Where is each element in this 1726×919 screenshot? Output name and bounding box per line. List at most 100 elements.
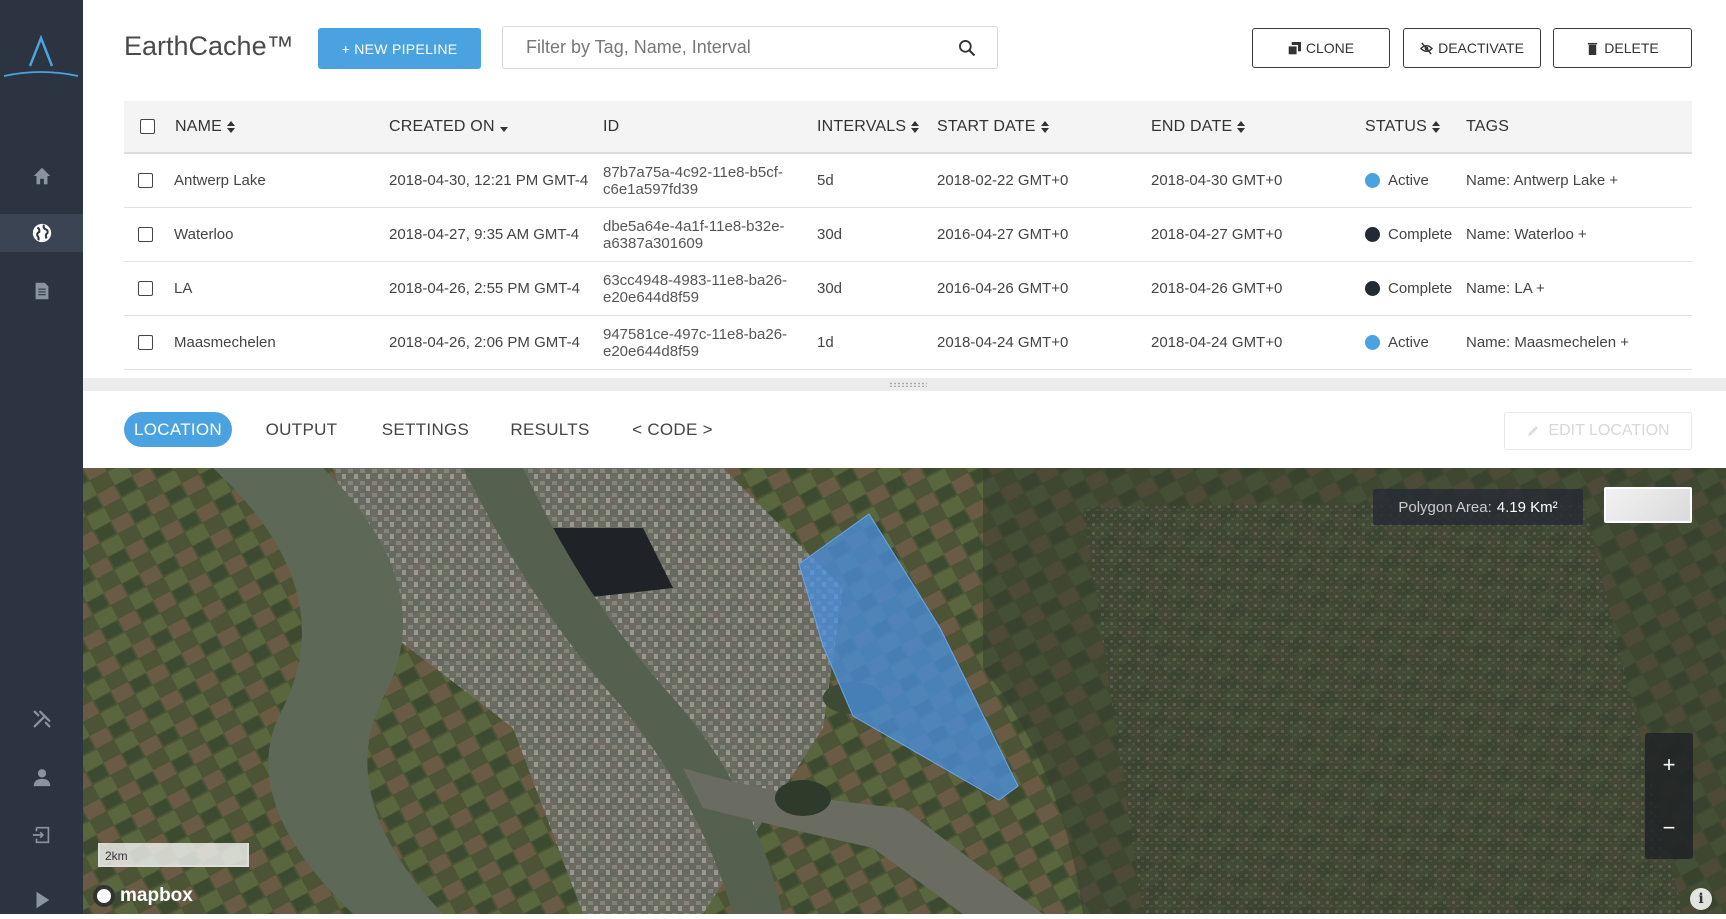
mapbox-attribution[interactable]: mapbox bbox=[93, 885, 193, 907]
row-end-date: 2018-04-30 GMT+0 bbox=[1151, 172, 1283, 189]
edit-location-button[interactable]: EDIT LOCATION bbox=[1504, 412, 1692, 450]
zoom-controls: + − bbox=[1645, 733, 1693, 859]
zoom-out-button[interactable]: − bbox=[1645, 796, 1693, 859]
panel-resize-handle[interactable] bbox=[83, 378, 1726, 391]
zoom-in-button[interactable]: + bbox=[1645, 733, 1693, 796]
row-checkbox[interactable] bbox=[138, 227, 153, 242]
row-tags[interactable]: Name: Waterloo + bbox=[1466, 208, 1587, 261]
delete-label: DELETE bbox=[1604, 40, 1659, 56]
row-id: dbe5a64e-4a1f-11e8-b32e-a6387a301609 bbox=[603, 217, 785, 252]
row-created-on: 2018-04-30, 12:21 PM GMT-4 bbox=[389, 172, 589, 189]
row-checkbox[interactable] bbox=[138, 173, 153, 188]
info-icon[interactable]: i bbox=[1690, 888, 1712, 910]
table-row[interactable]: Maasmechelen 2018-04-26, 2:06 PM GMT-4 9… bbox=[124, 316, 1692, 370]
table-row[interactable]: Antwerp Lake 2018-04-30, 12:21 PM GMT-4 … bbox=[124, 154, 1692, 208]
table-row[interactable]: Waterloo 2018-04-27, 9:35 AM GMT-4 dbe5a… bbox=[124, 208, 1692, 262]
sort-icon bbox=[227, 120, 236, 133]
row-start-date: 2016-04-26 GMT+0 bbox=[937, 280, 1069, 297]
column-intervals[interactable]: INTERVALS bbox=[817, 101, 920, 152]
status-dot-icon bbox=[1365, 227, 1380, 242]
column-status[interactable]: STATUS bbox=[1365, 101, 1441, 152]
sidebar-item-account[interactable] bbox=[0, 758, 83, 796]
column-label: CREATED ON bbox=[389, 117, 495, 135]
column-id: ID bbox=[603, 101, 619, 152]
clone-button[interactable]: CLONE bbox=[1252, 28, 1390, 68]
map-view[interactable]: Polygon Area: 4.19 Km² + − 2km mapbox i bbox=[83, 468, 1726, 914]
row-id: 87b7a75a-4c92-11e8-b5cf-c6e1a597fd39 bbox=[603, 163, 783, 198]
grip-icon bbox=[889, 382, 927, 387]
deactivate-label: DEACTIVATE bbox=[1438, 40, 1524, 56]
tab-output[interactable]: OUTPUT bbox=[254, 412, 349, 447]
logout-icon bbox=[32, 826, 49, 844]
column-label: INTERVALS bbox=[817, 117, 907, 135]
row-checkbox[interactable] bbox=[138, 335, 153, 350]
column-tags: TAGS bbox=[1466, 101, 1509, 152]
map-scale-bar: 2km bbox=[98, 843, 249, 867]
tools-icon bbox=[33, 710, 50, 728]
search-icon[interactable] bbox=[957, 38, 977, 58]
row-id: 63cc4948-4983-11e8-ba26-e20e644d8f59 bbox=[603, 271, 788, 306]
tab-results[interactable]: RESULTS bbox=[502, 412, 598, 447]
sidebar-item-tools[interactable] bbox=[0, 700, 83, 738]
row-end-date: 2018-04-24 GMT+0 bbox=[1151, 334, 1283, 351]
sort-icon bbox=[1237, 120, 1246, 133]
polygon-area-badge: Polygon Area: 4.19 Km² bbox=[1373, 489, 1583, 525]
sidebar-item-globe[interactable] bbox=[0, 214, 83, 252]
deactivate-button[interactable]: DEACTIVATE bbox=[1403, 28, 1541, 68]
status-dot-icon bbox=[1365, 281, 1380, 296]
status-label: Active bbox=[1388, 334, 1429, 351]
row-name: Maasmechelen bbox=[174, 334, 276, 351]
column-created-on[interactable]: CREATED ON bbox=[389, 101, 509, 152]
status-label: Complete bbox=[1388, 226, 1453, 243]
column-label: NAME bbox=[175, 117, 223, 135]
clone-icon bbox=[1287, 41, 1301, 55]
row-name: Antwerp Lake bbox=[174, 172, 266, 189]
row-checkbox[interactable] bbox=[138, 281, 153, 296]
column-end-date[interactable]: END DATE bbox=[1151, 101, 1246, 152]
sidebar-item-play[interactable] bbox=[0, 881, 83, 919]
app-logo[interactable] bbox=[0, 30, 83, 80]
tab-location[interactable]: LOCATION bbox=[124, 412, 232, 447]
column-start-date[interactable]: START DATE bbox=[937, 101, 1050, 152]
column-label: ID bbox=[603, 117, 620, 135]
row-tags[interactable]: Name: Antwerp Lake + bbox=[1466, 154, 1618, 207]
column-label: END DATE bbox=[1151, 117, 1233, 135]
row-status: Active bbox=[1365, 316, 1429, 369]
select-all-checkbox[interactable] bbox=[140, 119, 155, 134]
tab-code[interactable]: < CODE > bbox=[625, 412, 720, 447]
polygon-area-value: 4.19 Km² bbox=[1496, 498, 1558, 516]
row-start-date: 2018-02-22 GMT+0 bbox=[937, 172, 1069, 189]
polygon-area-label: Polygon Area: bbox=[1398, 498, 1492, 516]
row-end-date: 2018-04-27 GMT+0 bbox=[1151, 226, 1283, 243]
row-id: 947581ce-497c-11e8-ba26-e20e644d8f59 bbox=[603, 325, 788, 360]
row-status: Active bbox=[1365, 154, 1429, 207]
row-tags[interactable]: Name: Maasmechelen + bbox=[1466, 316, 1629, 369]
mapbox-logo-icon bbox=[93, 885, 115, 907]
sidebar-item-logout[interactable] bbox=[0, 816, 83, 854]
trash-icon bbox=[1588, 42, 1598, 55]
sort-desc-icon bbox=[499, 126, 508, 132]
row-interval: 5d bbox=[817, 172, 834, 189]
status-label: Active bbox=[1388, 172, 1429, 189]
map-style-switcher[interactable] bbox=[1604, 487, 1692, 523]
search-box bbox=[502, 26, 998, 69]
satellite-imagery bbox=[83, 468, 1726, 914]
row-tags[interactable]: Name: LA + bbox=[1466, 262, 1545, 315]
column-label: STATUS bbox=[1365, 117, 1427, 135]
tab-settings[interactable]: SETTINGS bbox=[374, 412, 477, 447]
new-pipeline-button[interactable]: + NEW PIPELINE bbox=[318, 28, 481, 69]
delete-button[interactable]: DELETE bbox=[1553, 28, 1692, 68]
column-label: TAGS bbox=[1466, 117, 1510, 135]
search-input[interactable] bbox=[503, 27, 943, 68]
table-row[interactable]: LA 2018-04-26, 2:55 PM GMT-4 63cc4948-49… bbox=[124, 262, 1692, 316]
globe-icon bbox=[32, 223, 51, 243]
sidebar-item-home[interactable] bbox=[0, 157, 83, 195]
row-status: Complete bbox=[1365, 208, 1452, 261]
row-start-date: 2018-04-24 GMT+0 bbox=[937, 334, 1069, 351]
sidebar-item-documents[interactable] bbox=[0, 272, 83, 310]
eye-slash-icon bbox=[1420, 41, 1434, 55]
row-name: Waterloo bbox=[174, 226, 234, 243]
column-name[interactable]: NAME bbox=[175, 101, 236, 152]
row-status: Complete bbox=[1365, 262, 1452, 315]
row-start-date: 2016-04-27 GMT+0 bbox=[937, 226, 1069, 243]
